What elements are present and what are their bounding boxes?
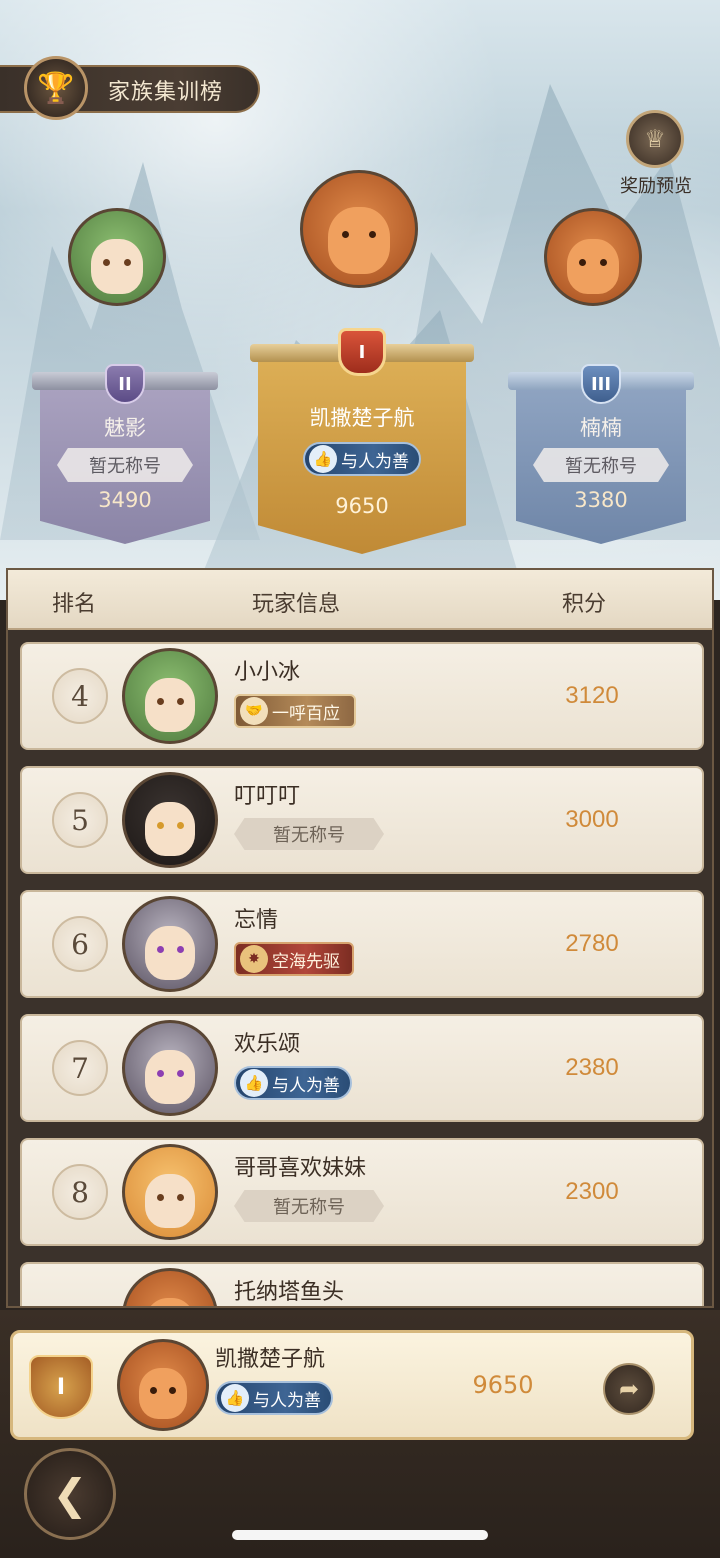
podium-second-avatar[interactable] <box>68 208 166 306</box>
podium-first: I 凯撒楚子航 👍 与人为善 9650 <box>250 328 474 554</box>
podium-second-score: 3490 <box>98 488 152 512</box>
podium-second-title: 暂无称号 <box>57 448 193 482</box>
rank-number: 6 <box>52 916 108 972</box>
title-badge: 👍 与人为善 <box>234 1066 352 1100</box>
back-button[interactable]: ❮ <box>24 1448 116 1540</box>
avatar[interactable] <box>122 648 218 744</box>
podium-third-title: 暂无称号 <box>533 448 669 482</box>
player-name: 欢乐颂 <box>234 1031 301 1056</box>
player-score: 2780 <box>565 930 619 957</box>
self-title-badge: 👍 与人为善 <box>215 1381 333 1415</box>
podium-second-name: 魅影 <box>104 417 146 440</box>
self-rank-row[interactable]: I 凯撒楚子航 👍 与人为善 9650 ➦ <box>10 1330 694 1440</box>
page-title: 家族集训榜 <box>108 79 224 104</box>
podium-second: II 魅影 暂无称号 3490 <box>32 364 218 544</box>
handshake-icon: 🤝 <box>240 697 268 725</box>
compass-icon: ✸ <box>240 945 268 973</box>
thumbs-up-icon: 👍 <box>221 1384 249 1412</box>
avatar[interactable] <box>122 1268 218 1306</box>
rank-emblem-third: III <box>581 364 621 404</box>
badge-label: 与人为善 <box>253 1390 321 1411</box>
title-badge: ✸ 空海先驱 <box>234 942 354 976</box>
badge-label: 与人为善 <box>341 451 409 472</box>
self-score: 9650 <box>472 1371 534 1399</box>
self-name: 凯撒楚子航 <box>215 1346 326 1371</box>
rank-number: 7 <box>52 1040 108 1096</box>
player-score: 2380 <box>565 1054 619 1081</box>
rank-number: 4 <box>52 668 108 724</box>
badge-label: 空海先驱 <box>272 951 340 972</box>
list-item[interactable]: 8 哥哥喜欢妹妹 暂无称号 2300 <box>20 1138 704 1246</box>
podium-first-avatar[interactable] <box>300 170 418 288</box>
title-badge: 暂无称号 <box>234 818 384 850</box>
podium-first-title-badge: 👍 与人为善 <box>303 442 421 476</box>
player-score: 3120 <box>565 682 619 709</box>
list-item[interactable]: 托纳塔鱼头 <box>20 1262 704 1306</box>
list-item[interactable]: 4 小小冰 🤝 一呼百应 3120 <box>20 642 704 750</box>
player-name: 小小冰 <box>234 659 301 684</box>
ranking-list[interactable]: 排名 玩家信息 积分 4 小小冰 🤝 一呼百应 3120 5 叮叮叮 暂无称号 … <box>6 568 714 1308</box>
list-item[interactable]: 6 忘情 ✸ 空海先驱 2780 <box>20 890 704 998</box>
rank-emblem-second: II <box>105 364 145 404</box>
self-avatar[interactable] <box>117 1339 209 1431</box>
header-rank: 排名 <box>52 591 97 616</box>
list-item[interactable]: 5 叮叮叮 暂无称号 3000 <box>20 766 704 874</box>
rank-emblem-first: I <box>338 328 386 376</box>
avatar[interactable] <box>122 772 218 868</box>
share-button[interactable]: ➦ <box>603 1363 655 1415</box>
list-header: 排名 玩家信息 积分 <box>8 570 712 630</box>
list-item[interactable]: 7 欢乐颂 👍 与人为善 2380 <box>20 1014 704 1122</box>
self-rank-emblem: I <box>29 1355 93 1419</box>
badge-label: 一呼百应 <box>272 703 340 724</box>
podium-third-name: 楠楠 <box>580 417 622 440</box>
player-score: 2300 <box>565 1178 619 1205</box>
player-name: 托纳塔鱼头 <box>234 1279 345 1304</box>
podium-third-score: 3380 <box>574 488 628 512</box>
podium-first-name: 凯撒楚子航 <box>309 407 415 430</box>
header-score: 积分 <box>562 591 607 616</box>
reward-preview-label[interactable]: 奖励预览 <box>606 172 706 198</box>
crown-icon: ♕ <box>644 125 666 153</box>
player-name: 忘情 <box>234 907 279 932</box>
back-arrow-icon: ❮ <box>52 1469 88 1519</box>
player-name: 哥哥喜欢妹妹 <box>234 1155 367 1180</box>
home-indicator[interactable] <box>232 1530 488 1540</box>
share-icon: ➦ <box>618 1375 640 1403</box>
player-score: 3000 <box>565 806 619 833</box>
podium-third: III 楠楠 暂无称号 3380 <box>508 364 694 544</box>
podium-third-avatar[interactable] <box>544 208 642 306</box>
badge-label: 与人为善 <box>272 1075 340 1096</box>
thumbs-up-icon: 👍 <box>309 445 337 473</box>
title-badge: 暂无称号 <box>234 1190 384 1222</box>
thumbs-up-icon: 👍 <box>240 1069 268 1097</box>
avatar[interactable] <box>122 1144 218 1240</box>
title-badge: 🤝 一呼百应 <box>234 694 356 728</box>
header-player: 玩家信息 <box>252 591 341 616</box>
rank-number: 8 <box>52 1164 108 1220</box>
avatar[interactable] <box>122 1020 218 1116</box>
reward-preview-button[interactable]: ♕ <box>626 110 684 168</box>
trophy-icon: 🏆 <box>24 56 88 120</box>
podium-first-score: 9650 <box>335 494 389 518</box>
rank-number: 5 <box>52 792 108 848</box>
player-name: 叮叮叮 <box>234 783 301 808</box>
avatar[interactable] <box>122 896 218 992</box>
